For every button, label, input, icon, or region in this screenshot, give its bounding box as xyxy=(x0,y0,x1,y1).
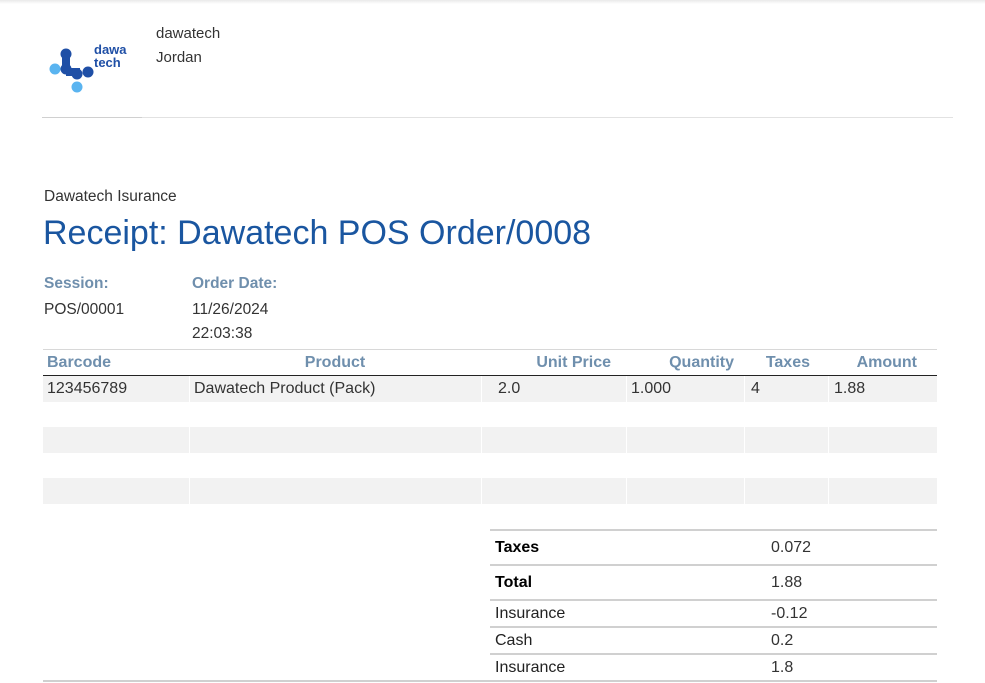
dawatech-logo: dawa tech xyxy=(49,42,127,93)
logo-text-bottom: tech xyxy=(94,55,121,70)
page-title: Receipt: Dawatech POS Order/0008 xyxy=(43,214,592,252)
totals-value: 0.072 xyxy=(771,539,812,556)
payment-amount: 1.8 xyxy=(771,659,794,676)
totals-row-taxes: Taxes 0.072 xyxy=(490,531,937,566)
company-address: dawatech Jordan xyxy=(156,22,220,70)
company-name: dawatech xyxy=(156,25,221,42)
col-header-amount: Amount xyxy=(856,354,917,371)
cell-unit-price xyxy=(481,427,626,453)
col-header-taxes: Taxes xyxy=(765,354,810,371)
cell-taxes xyxy=(744,478,828,504)
cell-product xyxy=(189,478,481,504)
order-lines-table: Barcode Product Unit Price Quantity Taxe… xyxy=(43,349,937,504)
col-header-product: Product xyxy=(304,354,366,371)
session-label: Session: xyxy=(44,275,109,292)
payment-method-label: Cash xyxy=(495,632,533,649)
totals-table: Taxes 0.072 Total 1.88 Insurance -0.12 C… xyxy=(490,529,937,680)
partner-name: Dawatech Isurance xyxy=(44,188,177,205)
table-row: 123456789 Dawatech Product (Pack) 2.0 1.… xyxy=(43,376,937,402)
totals-row-payment: Cash 0.2 xyxy=(490,628,937,655)
payment-amount: -0.12 xyxy=(771,605,808,622)
cell-quantity: 1.000 xyxy=(626,376,744,402)
cell-barcode xyxy=(43,427,189,453)
table-header-row: Barcode Product Unit Price Quantity Taxe… xyxy=(43,349,937,376)
order-date-value: 11/26/2024 xyxy=(192,301,269,318)
cell-amount xyxy=(828,427,937,453)
cell-quantity xyxy=(626,427,744,453)
payment-method-label: Insurance xyxy=(495,605,566,622)
top-shadow xyxy=(0,0,985,4)
cell-product: Dawatech Product (Pack) xyxy=(189,376,481,402)
cell-barcode xyxy=(43,402,189,428)
session-value: POS/00001 xyxy=(44,301,125,318)
footer-divider xyxy=(43,680,937,682)
table-row xyxy=(43,402,937,428)
cell-unit-price xyxy=(481,478,626,504)
cell-taxes: 4 xyxy=(744,376,828,402)
cell-product xyxy=(189,427,481,453)
totals-row-payment: Insurance 1.8 xyxy=(490,655,937,680)
order-date-label: Order Date: xyxy=(192,275,278,292)
cell-amount: 1.88 xyxy=(828,376,937,402)
company-country: Jordan xyxy=(156,49,202,66)
col-header-unit-price: Unit Price xyxy=(536,354,611,371)
table-row xyxy=(43,427,937,453)
totals-value: 1.88 xyxy=(771,574,803,591)
payment-amount: 0.2 xyxy=(771,632,794,649)
order-time-value: 22:03:38 xyxy=(192,325,253,342)
cell-quantity xyxy=(626,478,744,504)
totals-row-payment: Insurance -0.12 xyxy=(490,601,937,628)
table-row xyxy=(43,453,937,479)
cell-taxes xyxy=(744,427,828,453)
cell-barcode: 123456789 xyxy=(47,380,128,397)
cell-barcode xyxy=(43,478,189,504)
cell-unit-price: 2.0 xyxy=(481,376,626,402)
cell-barcode xyxy=(43,453,189,479)
cell-amount xyxy=(828,478,937,504)
header-divider xyxy=(42,117,953,118)
col-header-barcode: Barcode xyxy=(47,354,112,371)
table-row xyxy=(43,478,937,504)
totals-row-total: Total 1.88 xyxy=(490,566,937,601)
totals-label: Total xyxy=(495,574,533,591)
col-header-quantity: Quantity xyxy=(669,354,734,371)
totals-label: Taxes xyxy=(495,539,540,556)
payment-method-label: Insurance xyxy=(495,659,566,676)
